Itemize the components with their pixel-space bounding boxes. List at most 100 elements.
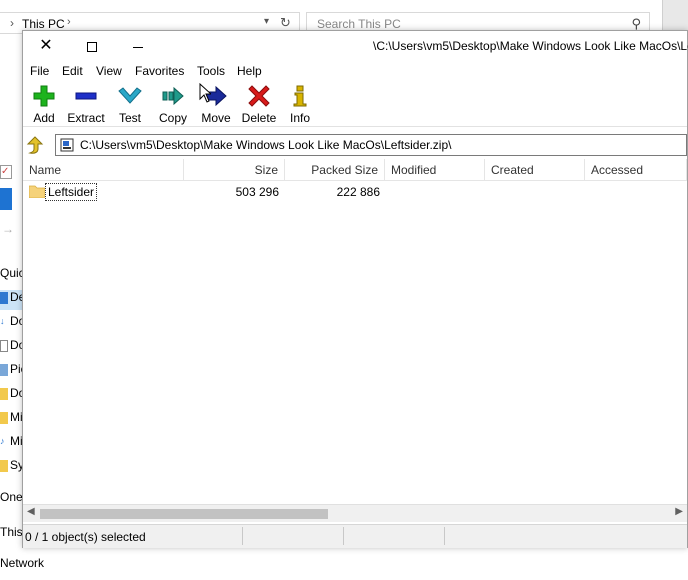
nav-item-folder-do[interactable]: Do	[0, 386, 24, 406]
minimize-icon	[133, 46, 143, 48]
arrow-right-icon: →	[2, 222, 14, 236]
maximize-button[interactable]	[69, 31, 115, 61]
path-text: C:\Users\vm5\Desktop\Make Windows Look L…	[80, 138, 452, 152]
status-divider	[343, 527, 344, 545]
nav-item-documents[interactable]: Do	[0, 338, 24, 358]
explorer-search-placeholder: Search This PC	[317, 17, 401, 31]
file-row[interactable]: Leftsider 503 296 222 886	[23, 183, 687, 201]
status-divider	[242, 527, 243, 545]
nav-item-downloads[interactable]: ↓ Do	[0, 314, 24, 334]
extract-button[interactable]: Extract	[66, 85, 106, 127]
nav-item-label: Quic	[0, 266, 24, 280]
path-bar: C:\Users\vm5\Desktop\Make Windows Look L…	[23, 134, 687, 156]
test-button[interactable]: Test	[116, 85, 144, 127]
column-header-accessed[interactable]: Accessed	[585, 159, 687, 181]
picture-icon	[0, 363, 8, 376]
file-name: Leftsider	[45, 183, 98, 201]
nav-item-pictures[interactable]: Pic	[0, 362, 24, 382]
music-icon: ♪	[0, 435, 5, 446]
menu-file[interactable]: File	[30, 64, 49, 78]
menu-bar: File Edit View Favorites Tools Help	[23, 61, 687, 81]
info-icon	[293, 85, 307, 107]
folder-icon	[0, 411, 8, 424]
column-header-created[interactable]: Created	[485, 159, 585, 181]
menu-view[interactable]: View	[96, 64, 122, 78]
info-button[interactable]: Info	[287, 85, 313, 127]
chevron-down-icon[interactable]: ▾	[264, 16, 269, 27]
document-icon	[0, 339, 8, 352]
copy-arrow-icon	[162, 86, 184, 106]
file-list[interactable]: Leftsider 503 296 222 886	[23, 181, 687, 504]
scroll-left-icon[interactable]: ◀	[27, 506, 35, 517]
refresh-icon[interactable]: ↻	[280, 15, 291, 31]
close-button[interactable]: ✕	[23, 31, 69, 61]
up-folder-button[interactable]	[25, 135, 47, 155]
column-header-name[interactable]: Name	[23, 159, 184, 181]
move-label: Move	[201, 111, 231, 125]
delete-label: Delete	[241, 111, 277, 125]
menu-favorites[interactable]: Favorites	[135, 64, 184, 78]
extract-label: Extract	[67, 111, 105, 125]
close-icon: ✕	[39, 37, 53, 54]
column-header-modified[interactable]: Modified	[385, 159, 485, 181]
folder-icon	[29, 185, 45, 198]
add-button[interactable]: Add	[29, 85, 59, 127]
nav-item-desktop[interactable]: De	[0, 290, 24, 310]
title-bar[interactable]: ✕ \C:\Users\vm5\Desktop\Make Windows Loo…	[23, 31, 688, 61]
path-input[interactable]: C:\Users\vm5\Desktop\Make Windows Look L…	[55, 134, 687, 156]
chevron-right-icon: ›	[10, 16, 14, 30]
nav-item-quick-access[interactable]: Quic	[0, 266, 24, 286]
explorer-address-text: This PC	[22, 17, 65, 31]
mouse-cursor-icon	[199, 83, 211, 103]
archive-manager-window: ✕ \C:\Users\vm5\Desktop\Make Windows Loo…	[22, 30, 688, 548]
add-label: Add	[33, 111, 55, 125]
copy-button[interactable]: Copy	[157, 85, 189, 127]
minimize-button[interactable]	[115, 31, 161, 61]
menu-tools[interactable]: Tools	[197, 64, 225, 78]
explorer-ribbon-tile	[0, 188, 12, 210]
menu-help[interactable]: Help	[237, 64, 262, 78]
info-label: Info	[289, 111, 310, 125]
checkmark-icon	[118, 87, 142, 104]
folder-icon	[0, 459, 8, 472]
nav-item-folder-sy[interactable]: Sy	[0, 458, 24, 478]
nav-item-label: Mi	[10, 434, 23, 448]
nav-item-music[interactable]: ♪ Mi	[0, 434, 24, 454]
delete-button[interactable]: Delete	[241, 85, 277, 127]
desktop-icon	[0, 291, 8, 304]
archive-icon	[60, 138, 74, 152]
nav-item-label: One	[0, 490, 23, 504]
status-divider	[444, 527, 445, 545]
window-title: \C:\Users\vm5\Desktop\Make Windows Look …	[373, 39, 688, 53]
delete-x-icon	[248, 85, 270, 107]
explorer-scrollbar[interactable]	[662, 0, 688, 30]
scrollbar-thumb[interactable]	[40, 509, 328, 519]
selection-status: 0 / 1 object(s) selected	[25, 530, 146, 544]
column-header-size[interactable]: Size	[184, 159, 285, 181]
toolbar: Add Extract Test Copy Move Delete Info	[23, 81, 687, 127]
file-list-header: Name Size Packed Size Modified Created A…	[23, 159, 687, 181]
checkbox-icon: ✓	[0, 165, 12, 179]
plus-icon	[33, 85, 55, 107]
file-modified	[391, 183, 485, 201]
test-label: Test	[118, 111, 141, 125]
explorer-network-item[interactable]: Network	[0, 556, 44, 570]
explorer-this-pc-item[interactable]: This	[0, 525, 23, 539]
file-created	[491, 183, 585, 201]
scroll-right-icon[interactable]: ▶	[675, 506, 683, 517]
chevron-right-icon: ›	[67, 16, 71, 28]
up-arrow-icon	[26, 136, 44, 154]
nav-item-onedrive[interactable]: One	[0, 490, 24, 510]
file-packed-size: 222 886	[336, 185, 380, 199]
folder-icon	[0, 387, 8, 400]
nav-item-folder-mi[interactable]: Mi	[0, 410, 24, 430]
column-header-packed-size[interactable]: Packed Size	[285, 159, 385, 181]
file-accessed	[591, 183, 685, 201]
maximize-icon	[87, 42, 97, 53]
menu-edit[interactable]: Edit	[62, 64, 83, 78]
horizontal-scrollbar[interactable]: ◀ ▶	[23, 504, 687, 522]
status-bar: 0 / 1 object(s) selected	[23, 524, 687, 548]
nav-item-label: Mi	[10, 410, 23, 424]
file-size: 503 296	[235, 185, 279, 199]
minus-icon	[75, 92, 97, 100]
